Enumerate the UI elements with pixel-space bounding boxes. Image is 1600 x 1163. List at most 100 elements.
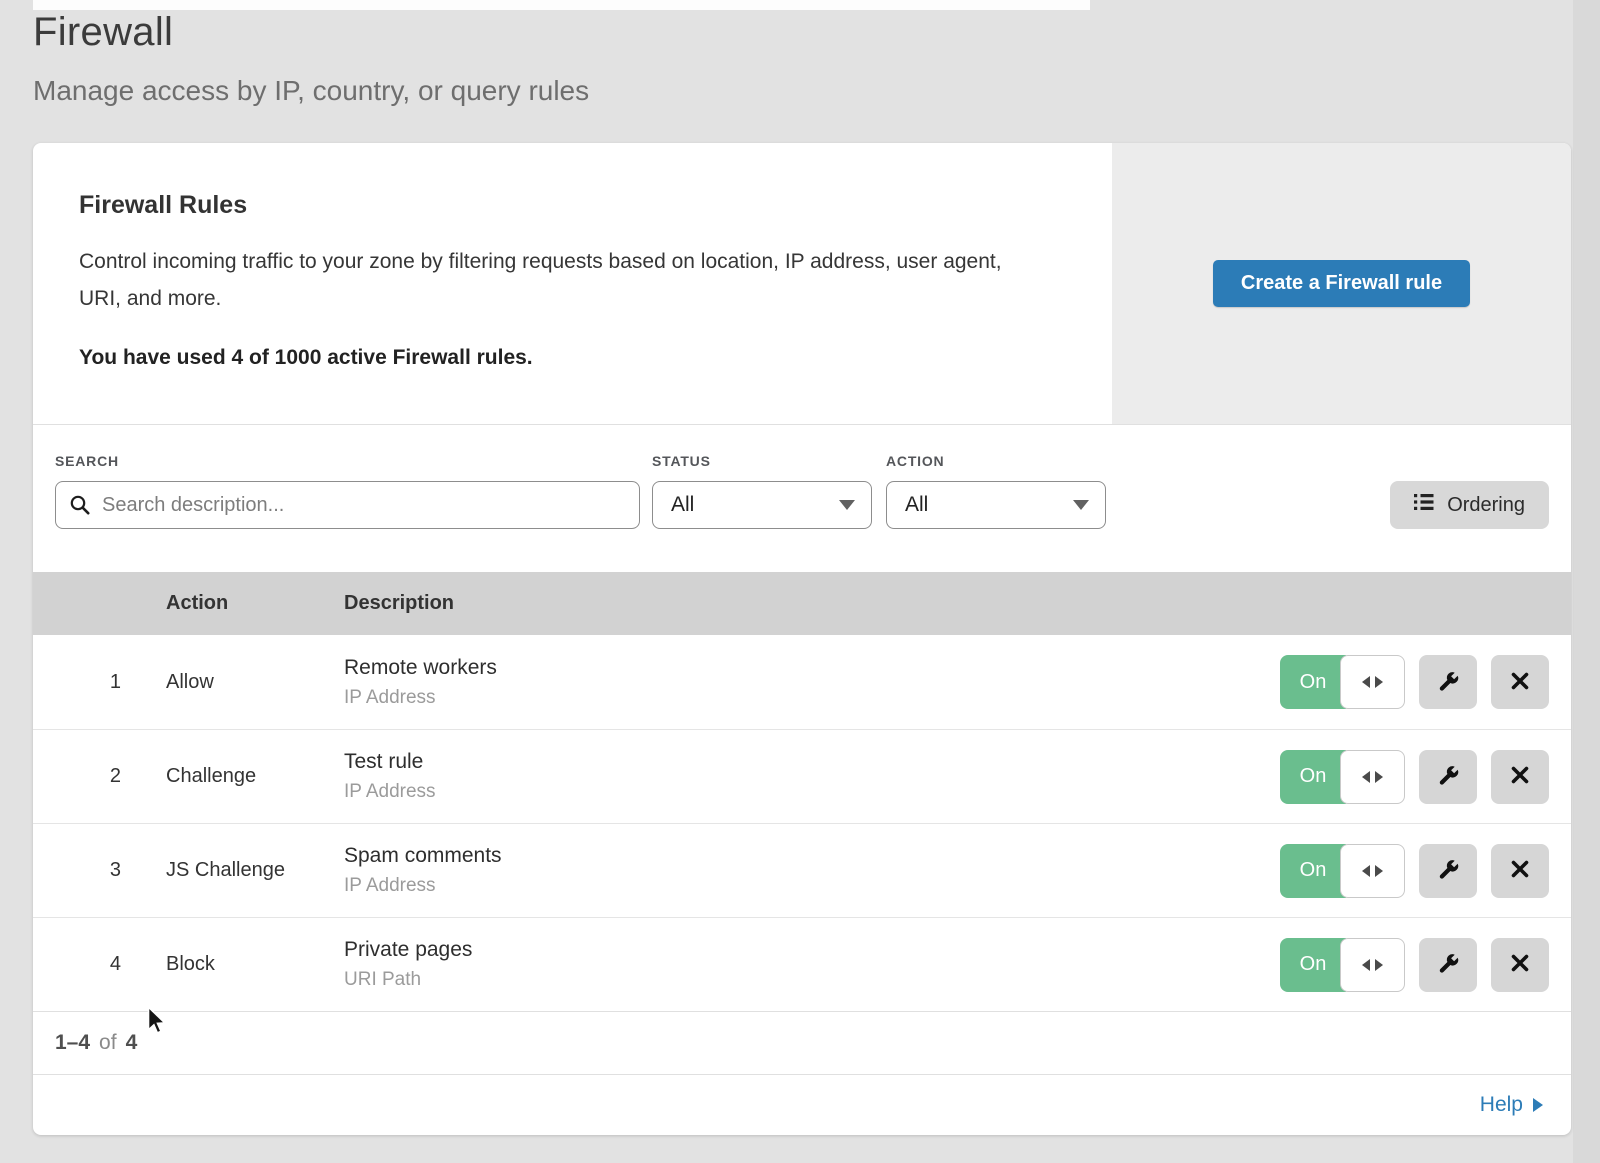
rule-description: Spam comments: [344, 844, 1280, 868]
search-filter-group: SEARCH: [55, 453, 640, 529]
rule-controls: On: [1280, 750, 1571, 804]
x-icon: [1510, 953, 1530, 976]
table-row: 1 Allow Remote workers IP Address On: [33, 635, 1571, 729]
rules-summary-text: Firewall Rules Control incoming traffic …: [33, 143, 1112, 424]
ordering-button[interactable]: Ordering: [1390, 481, 1549, 529]
mouse-cursor: [147, 1006, 173, 1038]
search-input[interactable]: [55, 481, 640, 529]
delete-rule-button[interactable]: [1491, 844, 1549, 898]
rule-priority: 3: [33, 859, 121, 882]
rule-action: Allow: [121, 671, 299, 694]
rule-description-cell: Test rule IP Address: [299, 750, 1280, 803]
description-column-header: Description: [344, 592, 1571, 615]
toggle-on-state: On: [1280, 938, 1346, 992]
left-right-arrows-icon: [1340, 938, 1405, 992]
rule-description-cell: Private pages URI Path: [299, 938, 1280, 991]
search-label: SEARCH: [55, 453, 640, 469]
rule-toggle[interactable]: On: [1280, 938, 1405, 992]
status-select-value: All: [671, 493, 694, 517]
table-row: 2 Challenge Test rule IP Address On: [33, 729, 1571, 823]
caret-right-icon: [1533, 1098, 1543, 1112]
rule-priority: 4: [33, 953, 121, 976]
left-right-arrows-icon: [1340, 844, 1405, 898]
wrench-icon: [1436, 669, 1460, 696]
table-row: 4 Block Private pages URI Path On: [33, 917, 1571, 1011]
rule-toggle[interactable]: On: [1280, 750, 1405, 804]
toggle-on-state: On: [1280, 750, 1346, 804]
delete-rule-button[interactable]: [1491, 750, 1549, 804]
search-box: [55, 481, 640, 529]
rule-priority: 2: [33, 765, 121, 788]
rule-action: Challenge: [121, 765, 299, 788]
rule-match-type: IP Address: [344, 875, 1280, 897]
action-select-value: All: [905, 493, 928, 517]
page-subtitle: Manage access by IP, country, or query r…: [33, 75, 589, 107]
delete-rule-button[interactable]: [1491, 655, 1549, 709]
delete-rule-button[interactable]: [1491, 938, 1549, 992]
table-header: Action Description: [33, 572, 1571, 635]
left-right-arrows-icon: [1340, 750, 1405, 804]
top-content-sliver: [33, 0, 1090, 10]
pagination-total: 4: [126, 1031, 138, 1055]
rules-title: Firewall Rules: [79, 191, 1022, 220]
pagination-range: 1–4: [55, 1031, 90, 1055]
page-title: Firewall: [33, 10, 589, 55]
rule-description-cell: Spam comments IP Address: [299, 844, 1280, 897]
window-edge-strip: [1573, 0, 1600, 1163]
rule-match-type: IP Address: [344, 781, 1280, 803]
rule-action: Block: [121, 953, 299, 976]
x-icon: [1510, 671, 1530, 694]
rule-match-type: IP Address: [344, 687, 1280, 709]
page-header: Firewall Manage access by IP, country, o…: [33, 10, 589, 107]
left-right-arrows-icon: [1340, 655, 1405, 709]
edit-rule-button[interactable]: [1419, 750, 1477, 804]
rule-priority: 1: [33, 671, 121, 694]
rule-action: JS Challenge: [121, 859, 299, 882]
chevron-down-icon: [839, 500, 855, 510]
ordered-list-icon: [1414, 493, 1434, 517]
rule-controls: On: [1280, 655, 1571, 709]
edit-rule-button[interactable]: [1419, 844, 1477, 898]
rule-description: Remote workers: [344, 656, 1280, 680]
create-rule-panel: Create a Firewall rule: [1112, 143, 1571, 424]
x-icon: [1510, 859, 1530, 882]
rule-description-cell: Remote workers IP Address: [299, 656, 1280, 709]
ordering-button-label: Ordering: [1447, 494, 1525, 517]
edit-rule-button[interactable]: [1419, 655, 1477, 709]
wrench-icon: [1436, 857, 1460, 884]
rules-description: Control incoming traffic to your zone by…: [79, 244, 1022, 318]
toggle-on-state: On: [1280, 844, 1346, 898]
action-column-header: Action: [166, 592, 344, 615]
rule-controls: On: [1280, 938, 1571, 992]
search-icon: [69, 494, 91, 521]
help-link-label: Help: [1480, 1093, 1523, 1117]
edit-rule-button[interactable]: [1419, 938, 1477, 992]
help-link[interactable]: Help: [1480, 1093, 1543, 1117]
rule-toggle[interactable]: On: [1280, 655, 1405, 709]
rule-description: Private pages: [344, 938, 1280, 962]
create-firewall-rule-button[interactable]: Create a Firewall rule: [1213, 260, 1470, 307]
action-filter-group: ACTION All: [886, 453, 1106, 529]
rules-summary-section: Firewall Rules Control incoming traffic …: [33, 143, 1571, 425]
rule-controls: On: [1280, 844, 1571, 898]
toggle-on-state: On: [1280, 655, 1346, 709]
rule-match-type: URI Path: [344, 969, 1280, 991]
table-row: 3 JS Challenge Spam comments IP Address …: [33, 823, 1571, 917]
status-label: STATUS: [652, 453, 872, 469]
rules-usage-note: You have used 4 of 1000 active Firewall …: [79, 346, 1022, 370]
action-select[interactable]: All: [886, 481, 1106, 529]
wrench-icon: [1436, 763, 1460, 790]
action-label: ACTION: [886, 453, 1106, 469]
rule-description: Test rule: [344, 750, 1280, 774]
pagination: 1–4 of 4: [33, 1011, 1571, 1074]
rule-toggle[interactable]: On: [1280, 844, 1405, 898]
pagination-of: of: [99, 1031, 117, 1055]
chevron-down-icon: [1073, 500, 1089, 510]
filter-bar: SEARCH STATUS All ACTION All: [33, 425, 1571, 572]
wrench-icon: [1436, 951, 1460, 978]
firewall-card: Firewall Rules Control incoming traffic …: [33, 143, 1571, 1135]
status-select[interactable]: All: [652, 481, 872, 529]
card-footer: Help: [33, 1074, 1571, 1135]
x-icon: [1510, 765, 1530, 788]
status-filter-group: STATUS All: [652, 453, 872, 529]
